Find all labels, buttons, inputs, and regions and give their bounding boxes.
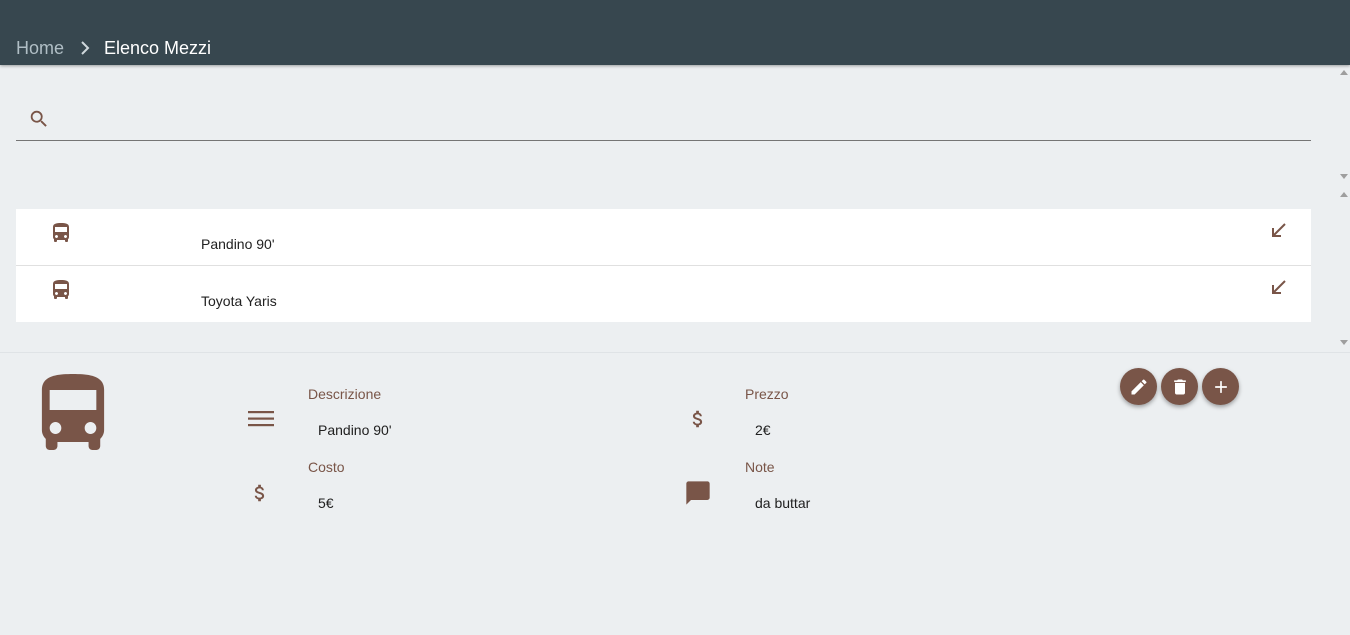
section-divider <box>0 352 1350 353</box>
list-item[interactable]: Toyota Yaris <box>16 266 1311 322</box>
bus-icon <box>38 372 108 457</box>
edit-button[interactable] <box>1120 368 1157 405</box>
breadcrumb: Home Elenco Mezzi <box>16 37 211 59</box>
field-label: Note <box>745 459 775 475</box>
list-scrollbar[interactable] <box>1338 188 1350 348</box>
field-value: da buttar <box>755 495 811 511</box>
vehicle-list: Pandino 90' Toyota Yaris <box>16 209 1311 322</box>
list-item-label: Toyota Yaris <box>201 293 277 309</box>
scroll-down-arrow-icon[interactable] <box>1338 172 1350 180</box>
comment-icon <box>684 479 712 512</box>
breadcrumb-home-link[interactable]: Home <box>16 38 64 59</box>
dollar-icon <box>249 479 271 512</box>
search-icon[interactable] <box>28 108 50 135</box>
plus-icon <box>1211 377 1231 397</box>
dollar-icon <box>687 405 709 438</box>
scroll-up-arrow-icon[interactable] <box>1338 190 1350 198</box>
search-bar <box>16 100 1311 141</box>
search-input[interactable] <box>62 104 1296 136</box>
breadcrumb-current: Elenco Mezzi <box>104 37 212 58</box>
bus-icon <box>49 221 73 250</box>
arrow-south-west-icon[interactable] <box>1269 278 1289 303</box>
add-button[interactable] <box>1202 368 1239 405</box>
bus-icon <box>49 278 73 307</box>
pencil-icon <box>1129 377 1149 397</box>
top-app-bar: Home Elenco Mezzi <box>0 0 1350 65</box>
field-value: 5€ <box>318 495 334 511</box>
scroll-down-arrow-icon[interactable] <box>1338 338 1350 346</box>
trash-icon <box>1170 377 1190 397</box>
field-label: Prezzo <box>745 386 789 402</box>
list-item-label: Pandino 90' <box>201 236 275 252</box>
search-scrollbar[interactable] <box>1338 66 1350 182</box>
field-label: Descrizione <box>308 386 382 402</box>
field-value: Pandino 90' <box>318 422 392 438</box>
field-value: 2€ <box>755 422 771 438</box>
subject-lines-icon <box>247 409 275 434</box>
chevron-right-icon <box>80 41 90 55</box>
delete-button[interactable] <box>1161 368 1198 405</box>
list-item[interactable]: Pandino 90' <box>16 209 1311 266</box>
scroll-up-arrow-icon[interactable] <box>1338 68 1350 76</box>
arrow-south-west-icon[interactable] <box>1269 221 1289 246</box>
field-label: Costo <box>308 459 345 475</box>
